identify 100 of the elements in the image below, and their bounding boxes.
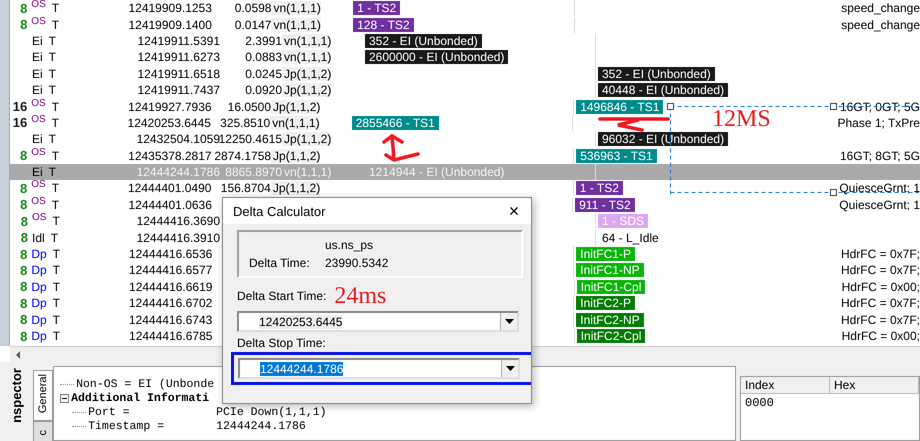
packet-type: Ei [32,132,43,146]
lane-symbol: 911 - TS2 [575,198,635,212]
timestamp: 12444401.0490 [128,181,212,196]
info-text: HdrFC = 0x7F; [840,296,920,310]
link-label: Jp(1,1,2) [270,181,320,196]
delta-time: 2874.1758 [214,148,272,163]
field-name: Port = [88,406,131,418]
link-label: vn(1,1,1) [271,18,321,32]
timestamp: 12444416.6536 [128,247,212,262]
info-text: QuiesceGrnt; 1 [839,198,920,212]
flag-label: T [52,181,60,196]
lane-symbol: 1496846 - TS1 [576,100,664,114]
lane-symbol: 352 - EI (Unbonded) [598,66,715,81]
flag-label: T [52,329,60,343]
info-text: Phase 1; TxPre [837,116,920,130]
delta-value: 23990.5342 [325,256,388,270]
lane-symbol: InitFC2-NP [576,312,644,327]
annotation-text: 24ms [334,284,386,308]
timestamp: 12444416.3690 [136,214,220,228]
table-cell-text: 0000 [744,395,775,412]
delta-time: 12250.4615 [218,132,282,146]
field-name: Timestamp = [88,420,166,432]
lane-symbol: InitFC2-P [576,296,635,310]
info-text: speed_change [841,1,920,16]
timestamp: 12444416.6702 [128,296,212,310]
delta-time: 0.0147 [234,18,272,32]
lane-symbol: InitFC1-Cpl [576,280,646,294]
lane-symbol: 536963 - TS1 [576,148,657,163]
timestamp: 12419911.6518 [137,66,220,81]
packet-type: Ei [32,66,43,81]
dialog-title: Delta Calculator [233,204,326,218]
flag-label: T [48,50,56,64]
field-label: Delta Time: [249,256,311,270]
info-text: HdrFC = 0x7F; [840,312,920,327]
flag-label: T [52,198,60,212]
flag-label: T [52,296,60,310]
flag-label: T [52,18,60,32]
info-text: HdrFC = 0x7F; [840,247,920,262]
flag-label: T [52,214,60,228]
info-text: QuiesceGrnt; 1 [839,181,920,196]
packet-type: OS [31,0,46,12]
packet-type: Ei [32,165,43,180]
packet-count: 8 [20,296,28,311]
lane-symbol: 96032 - EI (Unbonded) [598,132,728,146]
unit-label: us.ns_ps [325,238,374,252]
timestamp: 12444416.6785 [129,329,212,343]
packet-type: Ei [32,50,43,64]
packet-type: Idl [32,230,45,245]
annotation-text: 12MS [712,106,771,132]
timestamp: 12419911.5391 [137,34,220,48]
packet-count: 8 [20,197,28,212]
flag-label: T [52,100,60,114]
packet-count: 8 [20,214,28,229]
delta-time: 0.0883 [245,50,282,64]
info-text: HdrFC = 0x7F; [840,263,920,278]
packet-count: 8 [20,17,28,32]
packet-type: Dp [31,263,47,278]
lane-symbol: 2855466 - TS1 [352,116,439,130]
packet-count: 16 [12,115,28,130]
lane-symbol: 64 - L_Idle [601,230,660,245]
link-label: vn(1,1,1) [270,116,320,130]
delta-time: 0.0598 [234,1,272,16]
packet-type: Ei [32,83,43,98]
link-label: vn(1,1,1) [282,34,332,48]
packet-type: Dp [31,329,47,343]
packet-count: 8 [20,180,28,196]
flag-label: T [52,116,59,130]
flag-label: T [48,34,56,48]
packet-type: OS [31,146,46,160]
field-label: Delta Start Time: [237,289,326,303]
delta-time: 8865.8970 [225,165,282,180]
packet-type: Dp [31,280,47,294]
flag-label: T [52,312,60,327]
info-text: HdrFC = 0x00; [842,280,920,294]
flag-label: T [48,165,56,180]
timestamp: 12444244.1786 [136,165,220,180]
timestamp: 12419909.1253 [128,1,212,16]
flag-label: T [52,280,60,294]
field-value: PCIe Down(1,1,1) [216,406,327,418]
timestamp: 12419911.7437 [137,83,220,98]
flag-label: T [52,263,60,278]
info-text: HdrFC = 0x00; [842,329,920,343]
packet-type: OS [31,16,46,29]
link-label: Jp(1,1,2) [282,83,332,98]
flag-label: T [48,83,56,98]
panel-title: nspector [9,368,24,423]
link-label: Jp(1,1,2) [271,148,320,163]
delta-time: 325.8510 [220,116,270,130]
timestamp: 12419911.6273 [137,50,220,64]
packet-type: OS [31,196,46,209]
lane-symbol: 40448 - EI (Unbonded) [598,83,728,98]
packet-count: 16 [12,99,28,114]
packet-count: 8 [20,0,28,16]
lane-symbol: 128 - TS2 [353,18,414,32]
timestamp: 12419927.7936 [128,100,212,114]
lane-symbol: InitFC2-Cpl [576,329,646,343]
timestamp: 12435378.2817 [128,148,212,163]
packet-type: OS [31,114,46,127]
packet-count: 8 [20,148,28,164]
packet-count: 8 [20,328,28,344]
